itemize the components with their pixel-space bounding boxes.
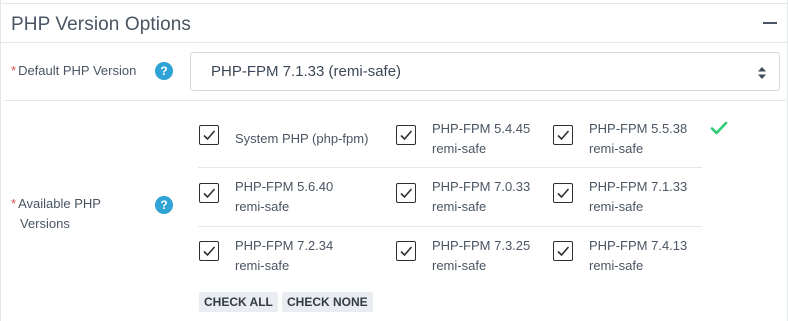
option-name: PHP-FPM 5.5.38 — [589, 121, 688, 136]
php-option-5-4-45[interactable]: PHP-FPM 5.4.45 remi-safe — [396, 121, 536, 167]
php-option-5-6-40[interactable]: PHP-FPM 5.6.40 remi-safe — [199, 179, 359, 227]
sort-arrows-icon — [758, 67, 766, 79]
php-version-options-panel: PHP Version Options * Default PHP Version… — [0, 0, 788, 321]
checkbox[interactable] — [553, 183, 573, 203]
option-name: PHP-FPM 7.3.25 — [432, 238, 531, 253]
php-option-7-2-34[interactable]: PHP-FPM 7.2.34 remi-safe — [199, 238, 359, 285]
available-label-line1: Available PHP — [18, 196, 101, 211]
checkbox[interactable] — [553, 241, 573, 261]
checkbox[interactable] — [396, 241, 416, 261]
option-name: PHP-FPM 7.2.34 — [235, 238, 334, 253]
default-php-version-select[interactable]: PHP-FPM 7.1.33 (remi-safe) — [190, 52, 780, 91]
panel-title: PHP Version Options — [11, 14, 192, 35]
php-option-7-3-25[interactable]: PHP-FPM 7.3.25 remi-safe — [396, 238, 536, 285]
option-sub: remi-safe — [589, 258, 644, 273]
option-sub: remi-safe — [589, 199, 644, 214]
option-sub: remi-safe — [235, 258, 290, 273]
option-name: PHP-FPM 7.1.33 — [589, 179, 688, 194]
checkbox[interactable] — [199, 241, 219, 261]
php-option-7-1-33[interactable]: PHP-FPM 7.1.33 remi-safe — [553, 179, 703, 227]
option-name: PHP-FPM 7.0.33 — [432, 179, 531, 194]
help-icon[interactable]: ? — [155, 62, 173, 80]
minus-icon[interactable] — [763, 22, 777, 24]
option-sub: remi-safe — [432, 141, 487, 156]
php-option-5-5-38[interactable]: PHP-FPM 5.5.38 remi-safe — [553, 121, 703, 167]
selected-version: PHP-FPM 7.1.33 (remi-safe) — [211, 63, 402, 80]
required-mark: * — [11, 63, 17, 78]
check-all-button[interactable]: CHECK ALL — [199, 292, 278, 312]
available-php-versions-label: * Available PHP — [11, 194, 101, 214]
option-sub: remi-safe — [235, 199, 290, 214]
checkbox[interactable] — [396, 125, 416, 145]
option-sub: remi-safe — [589, 141, 644, 156]
checkbox[interactable] — [553, 125, 573, 145]
checkbox[interactable] — [396, 183, 416, 203]
option-name: PHP-FPM 5.6.40 — [235, 179, 334, 194]
option-name: PHP-FPM 7.4.13 — [589, 238, 688, 253]
checkbox[interactable] — [199, 125, 219, 145]
available-label-line2: Versions — [20, 216, 70, 231]
checkbox[interactable] — [199, 183, 219, 203]
default-php-version-text: Default PHP Version — [18, 63, 137, 78]
checkmark-icon — [710, 121, 728, 135]
php-option-7-0-33[interactable]: PHP-FPM 7.0.33 remi-safe — [396, 179, 536, 227]
check-none-button[interactable]: CHECK NONE — [282, 292, 373, 312]
row-divider — [4, 100, 786, 101]
php-option-7-4-13[interactable]: PHP-FPM 7.4.13 remi-safe — [553, 238, 703, 285]
option-sub: remi-safe — [432, 199, 487, 214]
option-name: System PHP (php-fpm) — [235, 131, 369, 146]
required-mark: * — [11, 196, 17, 211]
option-sub: remi-safe — [432, 258, 487, 273]
panel-header[interactable]: PHP Version Options — [1, 4, 788, 43]
default-php-version-label: * Default PHP Version — [11, 61, 136, 81]
option-name: PHP-FPM 5.4.45 — [432, 121, 531, 136]
help-icon[interactable]: ? — [155, 196, 173, 214]
php-option-system[interactable]: System PHP (php-fpm) — [199, 125, 379, 169]
